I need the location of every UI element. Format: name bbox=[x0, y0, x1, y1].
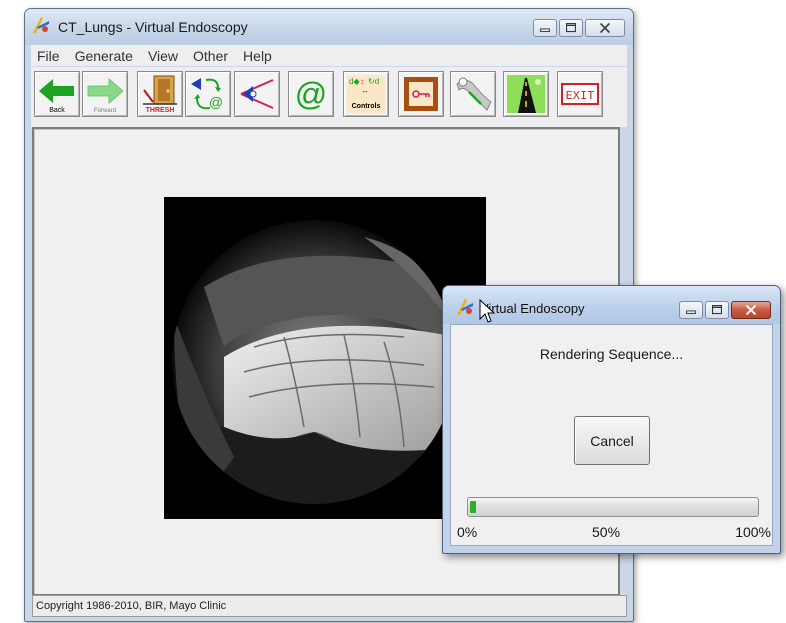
menu-generate[interactable]: Generate bbox=[69, 48, 139, 64]
dialog-close-button[interactable] bbox=[731, 301, 771, 319]
threshold-button[interactable]: THRESH bbox=[137, 71, 183, 117]
progress-bar-fill bbox=[470, 501, 476, 513]
exit-icon: EXIT bbox=[561, 83, 599, 105]
path-tool-button[interactable] bbox=[450, 71, 496, 117]
dialog-caption-buttons bbox=[679, 301, 771, 319]
key-frame-icon bbox=[404, 77, 438, 111]
main-caption-buttons bbox=[533, 19, 625, 37]
endoscopy-render-image bbox=[164, 197, 486, 519]
thresh-label: THRESH bbox=[146, 107, 175, 114]
svg-text:d◆: d◆ bbox=[349, 77, 360, 86]
mouse-cursor-icon bbox=[479, 299, 495, 323]
controls-label: Controls bbox=[352, 103, 381, 110]
progress-tick-50: 50% bbox=[592, 524, 621, 540]
controls-button[interactable]: d◆ ↕ ↻d ↔ Controls bbox=[343, 71, 389, 117]
path-tool-icon bbox=[456, 77, 492, 111]
menu-view[interactable]: View bbox=[142, 48, 184, 64]
close-icon bbox=[745, 304, 757, 316]
app-logo-icon bbox=[33, 17, 49, 33]
endoscopy-render-view[interactable] bbox=[164, 197, 486, 519]
status-bar: Copyright 1986-2010, BIR, Mayo Clinic bbox=[32, 595, 627, 617]
dialog-titlebar[interactable]: Virtual Endoscopy bbox=[443, 286, 780, 324]
dialog-body: Rendering Sequence... Cancel 0% 50% 100% bbox=[450, 324, 773, 546]
exit-label: EXIT bbox=[566, 89, 595, 103]
minimize-icon bbox=[686, 310, 696, 314]
toolbar: Back Forward THRESH @ @ d◆ ↕ ↻d ↔ Contro… bbox=[31, 67, 627, 127]
close-icon bbox=[599, 22, 611, 34]
progress-tick-100: 100% bbox=[735, 524, 771, 540]
rendering-message: Rendering Sequence... bbox=[539, 346, 684, 362]
menu-help[interactable]: Help bbox=[237, 48, 278, 64]
dialog-title: Virtual Endoscopy bbox=[480, 301, 585, 316]
at-target-icon: @ bbox=[295, 76, 327, 112]
target-button[interactable]: @ bbox=[288, 71, 334, 117]
dialog-logo-icon bbox=[457, 299, 473, 315]
controls-icon: d◆ ↕ ↻d ↔ Controls bbox=[347, 75, 385, 113]
frame-key-button[interactable] bbox=[398, 71, 444, 117]
progress-bar bbox=[467, 497, 759, 517]
forward-arrow-icon: Forward bbox=[87, 78, 124, 114]
main-window-title: CT_Lungs - Virtual Endoscopy bbox=[58, 19, 248, 35]
maximize-button[interactable] bbox=[559, 19, 583, 37]
svg-text:↕: ↕ bbox=[360, 77, 364, 86]
eye-rotate-icon: @ bbox=[191, 78, 223, 110]
view-direction-button[interactable] bbox=[234, 71, 280, 117]
menu-bar: File Generate View Other Help bbox=[31, 45, 627, 66]
back-button[interactable]: Back bbox=[34, 71, 80, 117]
back-label: Back bbox=[49, 107, 65, 114]
forward-button[interactable]: Forward bbox=[82, 71, 128, 117]
dialog-maximize-button[interactable] bbox=[705, 301, 729, 319]
progress-tick-0: 0% bbox=[457, 524, 478, 540]
dialog-minimize-button[interactable] bbox=[679, 301, 703, 319]
minimize-button[interactable] bbox=[533, 19, 557, 37]
forward-label: Forward bbox=[94, 108, 116, 114]
main-titlebar[interactable]: CT_Lungs - Virtual Endoscopy bbox=[25, 9, 633, 45]
svg-text:↔: ↔ bbox=[361, 86, 369, 95]
menu-file[interactable]: File bbox=[31, 48, 66, 64]
svg-text:@: @ bbox=[209, 94, 223, 110]
exit-button[interactable]: EXIT bbox=[557, 71, 603, 117]
road-icon bbox=[507, 75, 545, 113]
svg-text:↻d: ↻d bbox=[368, 77, 379, 86]
rendering-dialog: Virtual Endoscopy Rendering Sequence... … bbox=[442, 285, 781, 554]
maximize-icon bbox=[566, 23, 576, 33]
flythrough-button[interactable] bbox=[503, 71, 549, 117]
maximize-icon bbox=[712, 305, 722, 315]
door-threshold-icon: THRESH bbox=[143, 75, 177, 114]
close-button[interactable] bbox=[585, 19, 625, 37]
svg-text:@: @ bbox=[295, 76, 327, 112]
minimize-icon bbox=[540, 28, 550, 32]
view-frustum-icon bbox=[240, 79, 274, 109]
cancel-button[interactable]: Cancel bbox=[574, 416, 650, 465]
back-arrow-icon: Back bbox=[39, 79, 74, 114]
view-cycle-button[interactable]: @ bbox=[185, 71, 231, 117]
menu-other[interactable]: Other bbox=[187, 48, 234, 64]
